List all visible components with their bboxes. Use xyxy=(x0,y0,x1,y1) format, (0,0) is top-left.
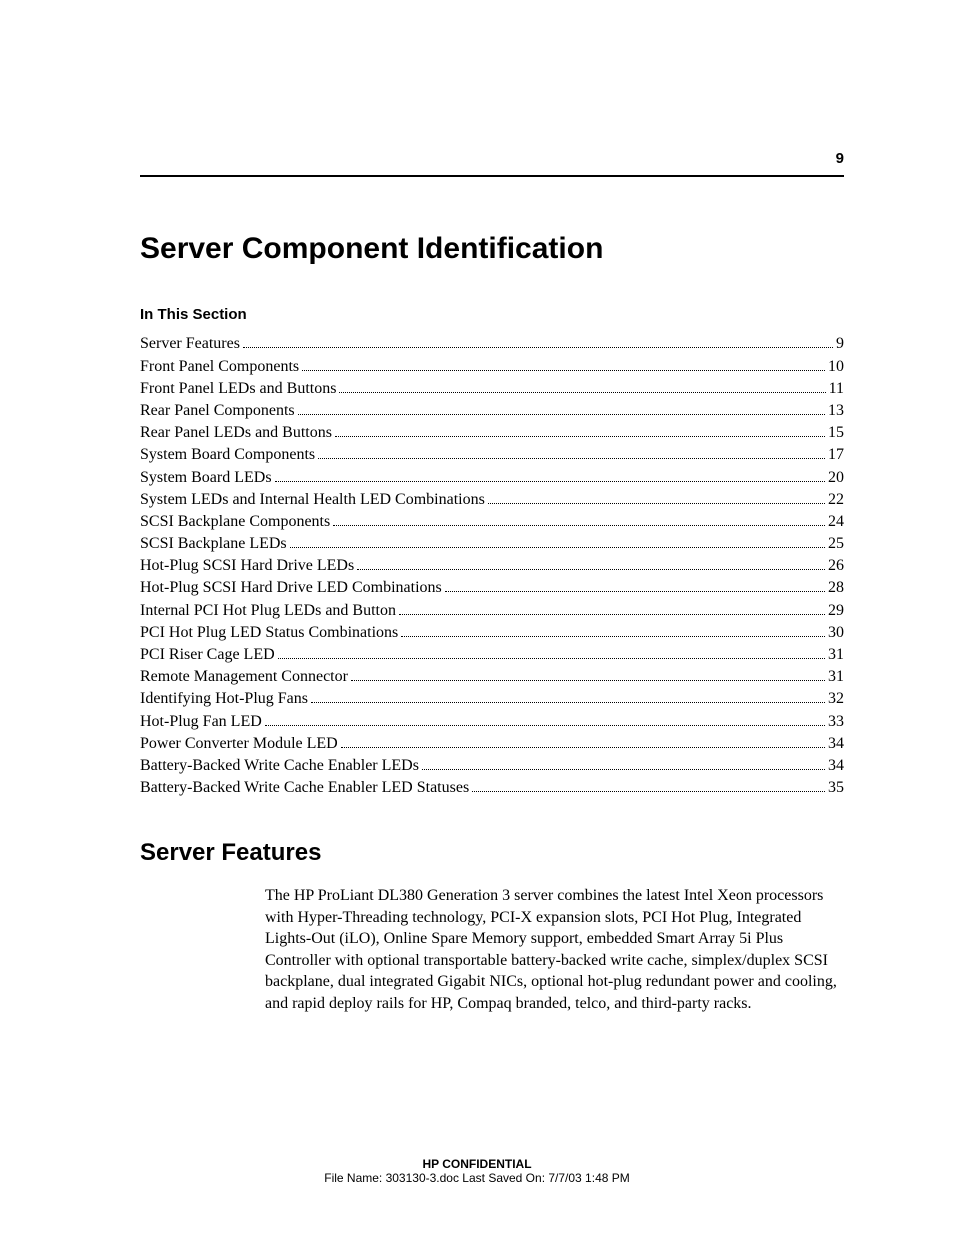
toc-leader-dots xyxy=(401,621,825,636)
toc-row[interactable]: Battery-Backed Write Cache Enabler LED S… xyxy=(140,777,844,799)
toc-entry-title: Rear Panel Components xyxy=(140,401,295,422)
toc-entry-title: Rear Panel LEDs and Buttons xyxy=(140,423,332,444)
toc-row[interactable]: Identifying Hot-Plug Fans 32 xyxy=(140,688,844,710)
page-number: 9 xyxy=(140,150,844,177)
toc-entry-page: 31 xyxy=(828,645,844,666)
toc-entry-title: Server Features xyxy=(140,334,240,355)
toc-entry-page: 30 xyxy=(828,623,844,644)
toc-entry-title: SCSI Backplane LEDs xyxy=(140,534,287,555)
toc-entry-page: 32 xyxy=(828,689,844,710)
toc-entry-page: 28 xyxy=(828,578,844,599)
toc-entry-title: System Board Components xyxy=(140,445,315,466)
toc-row[interactable]: Hot-Plug SCSI Hard Drive LED Combination… xyxy=(140,577,844,599)
toc-entry-page: 22 xyxy=(828,490,844,511)
toc-entry-page: 10 xyxy=(828,357,844,378)
toc-leader-dots xyxy=(311,688,825,703)
toc-entry-page: 13 xyxy=(828,401,844,422)
toc-leader-dots xyxy=(333,511,825,526)
toc-entry-title: System Board LEDs xyxy=(140,468,272,489)
toc-leader-dots xyxy=(472,777,825,792)
in-this-section-label: In This Section xyxy=(140,306,844,323)
toc-leader-dots xyxy=(422,755,825,770)
toc-row[interactable]: Hot-Plug SCSI Hard Drive LEDs 26 xyxy=(140,555,844,577)
toc-leader-dots xyxy=(399,599,825,614)
footer-fileinfo: File Name: 303130-3.doc Last Saved On: 7… xyxy=(0,1171,954,1185)
toc-row[interactable]: Internal PCI Hot Plug LEDs and Button 29 xyxy=(140,599,844,621)
toc-row[interactable]: PCI Riser Cage LED 31 xyxy=(140,644,844,666)
section-body-text: The HP ProLiant DL380 Generation 3 serve… xyxy=(265,885,844,1015)
footer-confidential: HP CONFIDENTIAL xyxy=(0,1157,954,1171)
toc-row[interactable]: Front Panel Components 10 xyxy=(140,355,844,377)
toc-entry-title: Front Panel Components xyxy=(140,357,299,378)
toc-entry-title: Front Panel LEDs and Buttons xyxy=(140,379,336,400)
toc-leader-dots xyxy=(275,466,825,481)
toc-leader-dots xyxy=(290,533,825,548)
toc-entry-title: Hot-Plug SCSI Hard Drive LED Combination… xyxy=(140,578,442,599)
toc-leader-dots xyxy=(335,422,825,437)
toc-row[interactable]: Power Converter Module LED 34 xyxy=(140,732,844,754)
toc-leader-dots xyxy=(339,377,825,392)
toc-entry-page: 25 xyxy=(828,534,844,555)
toc-entry-page: 24 xyxy=(828,512,844,533)
toc-row[interactable]: Hot-Plug Fan LED 33 xyxy=(140,710,844,732)
toc-entry-title: System LEDs and Internal Health LED Comb… xyxy=(140,490,485,511)
toc-entry-page: 35 xyxy=(828,778,844,799)
toc-entry-title: SCSI Backplane Components xyxy=(140,512,330,533)
table-of-contents: Server Features 9 Front Panel Components 10… xyxy=(140,333,844,799)
toc-entry-title: PCI Hot Plug LED Status Combinations xyxy=(140,623,398,644)
toc-entry-page: 26 xyxy=(828,556,844,577)
toc-entry-title: Battery-Backed Write Cache Enabler LEDs xyxy=(140,756,419,777)
toc-entry-title: Internal PCI Hot Plug LEDs and Button xyxy=(140,601,396,622)
toc-row[interactable]: System Board LEDs 20 xyxy=(140,466,844,488)
toc-entry-title: Hot-Plug SCSI Hard Drive LEDs xyxy=(140,556,354,577)
toc-row[interactable]: Remote Management Connector 31 xyxy=(140,666,844,688)
section-heading: Server Features xyxy=(140,839,844,867)
toc-entry-title: Remote Management Connector xyxy=(140,667,348,688)
toc-entry-page: 31 xyxy=(828,667,844,688)
toc-row[interactable]: Rear Panel LEDs and Buttons 15 xyxy=(140,422,844,444)
toc-entry-page: 17 xyxy=(828,445,844,466)
toc-row[interactable]: SCSI Backplane LEDs 25 xyxy=(140,533,844,555)
document-page: 9 Server Component Identification In Thi… xyxy=(0,0,954,1235)
toc-leader-dots xyxy=(357,555,825,570)
toc-entry-page: 34 xyxy=(828,756,844,777)
toc-leader-dots xyxy=(302,355,825,370)
toc-leader-dots xyxy=(243,333,833,348)
toc-leader-dots xyxy=(298,400,825,415)
toc-entry-title: Power Converter Module LED xyxy=(140,734,338,755)
toc-leader-dots xyxy=(265,710,825,725)
toc-row[interactable]: Server Features 9 xyxy=(140,333,844,355)
page-footer: HP CONFIDENTIAL File Name: 303130-3.doc … xyxy=(0,1157,954,1185)
toc-entry-page: 20 xyxy=(828,468,844,489)
toc-leader-dots xyxy=(278,644,825,659)
toc-entry-title: Battery-Backed Write Cache Enabler LED S… xyxy=(140,778,469,799)
toc-entry-page: 11 xyxy=(829,379,844,400)
chapter-title: Server Component Identification xyxy=(140,232,844,266)
toc-row[interactable]: System Board Components 17 xyxy=(140,444,844,466)
toc-row[interactable]: Front Panel LEDs and Buttons 11 xyxy=(140,377,844,399)
toc-leader-dots xyxy=(341,732,825,747)
toc-leader-dots xyxy=(488,488,825,503)
toc-leader-dots xyxy=(445,577,825,592)
toc-entry-page: 15 xyxy=(828,423,844,444)
toc-row[interactable]: Rear Panel Components 13 xyxy=(140,400,844,422)
toc-entry-title: PCI Riser Cage LED xyxy=(140,645,275,666)
toc-entry-page: 9 xyxy=(836,334,844,355)
toc-entry-title: Identifying Hot-Plug Fans xyxy=(140,689,308,710)
toc-leader-dots xyxy=(351,666,825,681)
toc-entry-page: 34 xyxy=(828,734,844,755)
toc-entry-page: 29 xyxy=(828,601,844,622)
toc-entry-page: 33 xyxy=(828,712,844,733)
toc-row[interactable]: System LEDs and Internal Health LED Comb… xyxy=(140,488,844,510)
toc-row[interactable]: SCSI Backplane Components 24 xyxy=(140,511,844,533)
toc-row[interactable]: Battery-Backed Write Cache Enabler LEDs 3… xyxy=(140,755,844,777)
toc-entry-title: Hot-Plug Fan LED xyxy=(140,712,262,733)
toc-row[interactable]: PCI Hot Plug LED Status Combinations 30 xyxy=(140,621,844,643)
toc-leader-dots xyxy=(318,444,825,459)
